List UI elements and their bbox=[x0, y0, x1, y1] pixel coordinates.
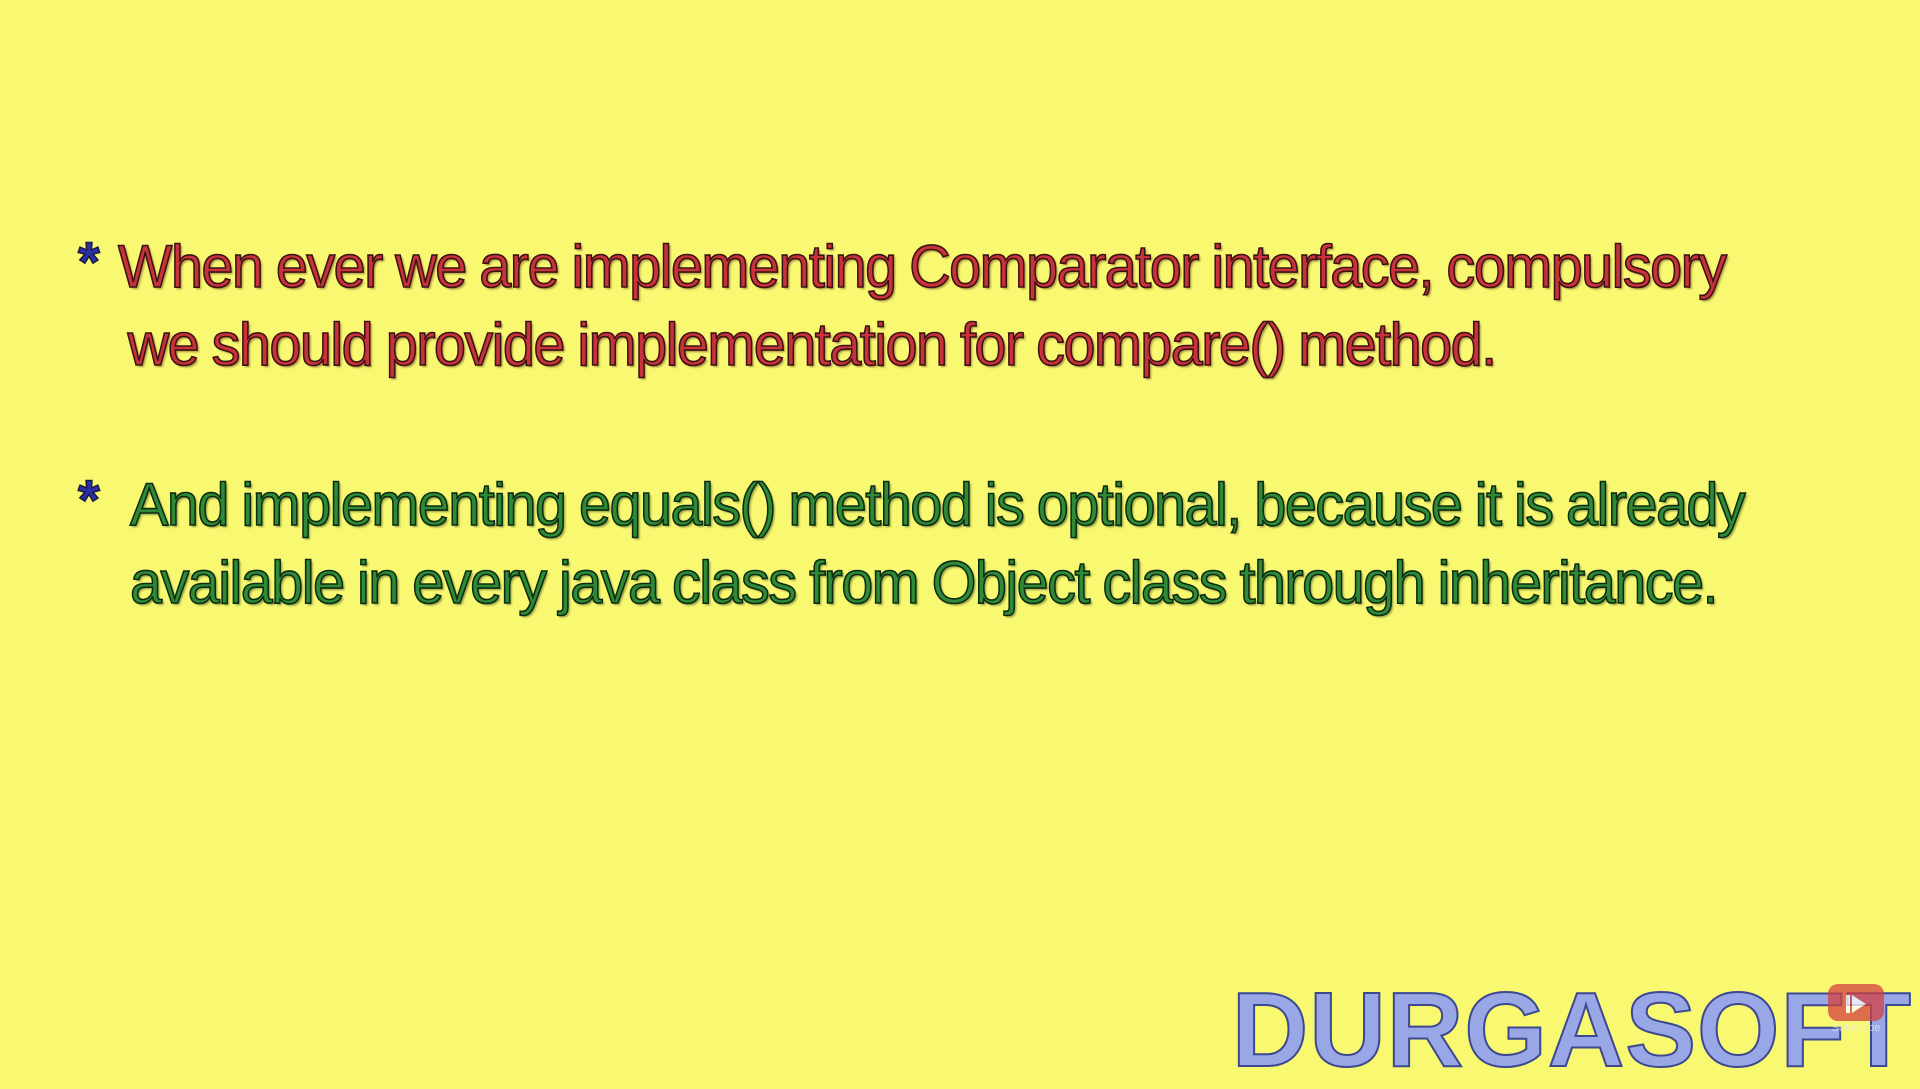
bullet-line: And implementing equals() method is opti… bbox=[129, 470, 1746, 539]
subscribe-button[interactable]: Subscribe bbox=[1826, 984, 1886, 1034]
bullet-line: we should provide implementation for com… bbox=[127, 310, 1498, 379]
youtube-play-icon bbox=[1828, 984, 1884, 1021]
bullet-item-comparator: * When ever we are implementing Comparat… bbox=[77, 228, 1793, 384]
bullet-star-icon: * bbox=[77, 468, 100, 531]
bullet-item-equals: * And implementing equals() method is op… bbox=[77, 466, 1811, 622]
bullet-line: available in every java class from Objec… bbox=[129, 548, 1719, 617]
bullet-star-icon: * bbox=[77, 230, 100, 293]
bullet-line: When ever we are implementing Comparator… bbox=[117, 232, 1728, 301]
subscribe-label: Subscribe bbox=[1831, 1022, 1881, 1034]
brand-logo: DURGASOFT bbox=[1231, 971, 1912, 1089]
slide: * When ever we are implementing Comparat… bbox=[0, 0, 1920, 1089]
bullet-text-equals: And implementing equals() method is opti… bbox=[129, 466, 1746, 622]
bullet-text-comparator: When ever we are implementing Comparator… bbox=[117, 228, 1728, 384]
